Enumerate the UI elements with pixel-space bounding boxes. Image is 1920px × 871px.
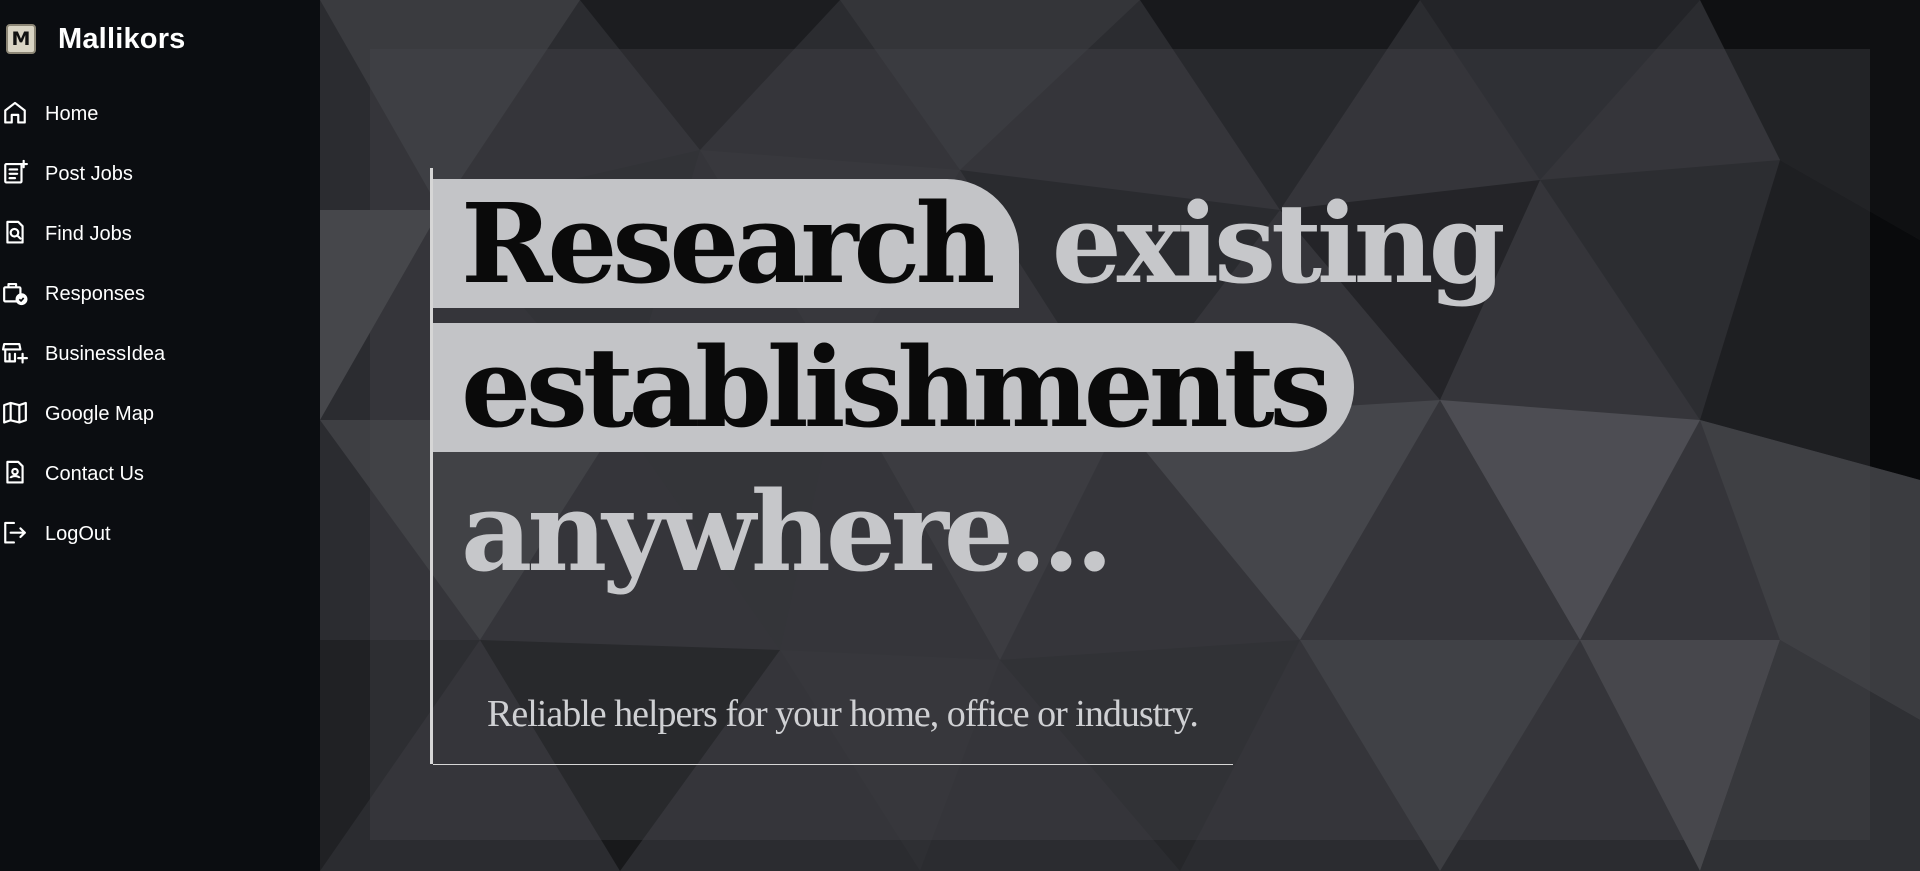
business-idea-icon bbox=[2, 340, 28, 366]
hero-word-anywhere: anywhere... bbox=[461, 467, 1114, 596]
hero-content: Research existing establishments anywher… bbox=[430, 168, 1530, 765]
sidebar-item-label: Responses bbox=[45, 282, 146, 305]
sidebar-item-find-jobs[interactable]: Find Jobs bbox=[0, 204, 320, 264]
logout-icon bbox=[2, 520, 28, 546]
brand[interactable]: M Mallikors bbox=[6, 22, 186, 56]
hero-word-research: Research bbox=[433, 179, 1019, 308]
hero-word-existing: existing bbox=[1051, 179, 1506, 308]
map-icon bbox=[2, 400, 28, 426]
sidebar-item-logout[interactable]: LogOut bbox=[0, 504, 320, 564]
sidebar-item-label: Home bbox=[45, 102, 99, 125]
find-jobs-icon bbox=[2, 220, 28, 246]
sidebar-item-post-jobs[interactable]: Post Jobs bbox=[0, 144, 320, 204]
sidebar-item-label: Find Jobs bbox=[45, 222, 132, 245]
sidebar-item-label: LogOut bbox=[45, 522, 111, 545]
responses-icon bbox=[2, 280, 28, 306]
sidebar-item-business-idea[interactable]: BusinessIdea bbox=[0, 324, 320, 384]
sidebar: M Mallikors Home Post Jobs Find Jobs Res… bbox=[0, 0, 320, 871]
home-icon bbox=[2, 100, 28, 126]
sidebar-item-contact-us[interactable]: Contact Us bbox=[0, 444, 320, 504]
sidebar-item-home[interactable]: Home bbox=[0, 84, 320, 144]
sidebar-item-label: BusinessIdea bbox=[45, 342, 166, 365]
sidebar-item-google-map[interactable]: Google Map bbox=[0, 384, 320, 444]
main-content: Research existing establishments anywher… bbox=[320, 0, 1920, 871]
hero-subtitle: Reliable helpers for your home, office o… bbox=[487, 693, 1199, 735]
sidebar-item-responses[interactable]: Responses bbox=[0, 264, 320, 324]
hero-word-establishments: establishments bbox=[433, 323, 1355, 452]
brand-logo-icon: M bbox=[6, 24, 36, 54]
post-jobs-icon bbox=[2, 159, 28, 186]
sidebar-item-label: Post Jobs bbox=[45, 162, 133, 185]
sidebar-nav: Home Post Jobs Find Jobs Responses Busin… bbox=[0, 84, 320, 564]
sidebar-item-label: Google Map bbox=[45, 402, 154, 425]
hero-divider bbox=[433, 764, 1233, 765]
contact-icon bbox=[2, 460, 28, 486]
sidebar-item-label: Contact Us bbox=[45, 462, 144, 485]
brand-name: Mallikors bbox=[58, 22, 186, 55]
